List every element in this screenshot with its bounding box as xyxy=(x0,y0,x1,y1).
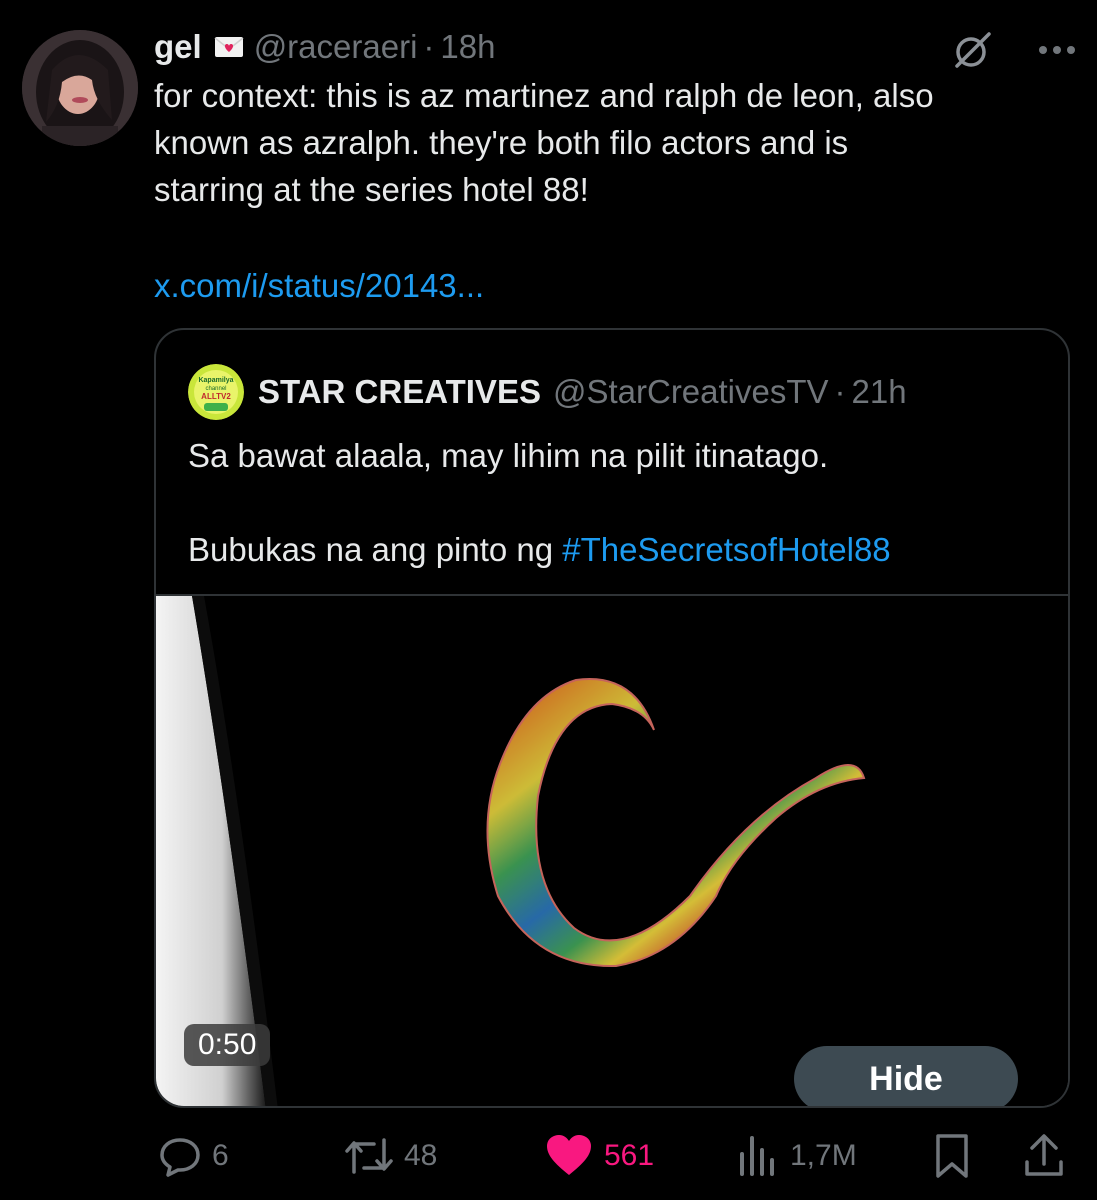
quote-author-avatar[interactable]: Kapamilya channel ALLTV2 xyxy=(188,364,244,420)
tweet-action-bar: 6 48 561 1,7M xyxy=(154,1126,1070,1186)
author-handle[interactable]: @raceraeri xyxy=(254,28,418,66)
channel-logo-icon: Kapamilya channel ALLTV2 xyxy=(188,364,244,420)
bookmark-action[interactable] xyxy=(932,1126,972,1186)
more-options-icon[interactable] xyxy=(1037,44,1077,56)
love-letter-icon xyxy=(214,37,244,57)
tweet-top-actions xyxy=(951,28,1077,72)
svg-text:ALLTV2: ALLTV2 xyxy=(201,392,231,401)
reply-count: 6 xyxy=(212,1139,229,1172)
video-duration-badge: 0:50 xyxy=(184,1024,271,1066)
quoted-tweet-card[interactable]: Kapamilya channel ALLTV2 STAR CREATIVES … xyxy=(154,328,1070,1108)
repost-action[interactable]: 48 xyxy=(344,1126,437,1186)
views-action[interactable]: 1,7M xyxy=(736,1126,857,1186)
quote-text-prefix: Bubukas na ang pinto ng xyxy=(188,531,563,568)
reply-action[interactable]: 6 xyxy=(158,1126,229,1186)
author-name[interactable]: gel xyxy=(154,28,202,66)
tweet-text: for context: this is az martinez and ral… xyxy=(154,72,1074,213)
quote-text: Sa bawat alaala, may lihim na pilit itin… xyxy=(188,432,1048,573)
share-icon xyxy=(1025,1134,1063,1176)
quote-text-line: Sa bawat alaala, may lihim na pilit itin… xyxy=(188,437,829,474)
tweet-text-line: starring at the series hotel 88! xyxy=(154,171,589,208)
repost-icon xyxy=(345,1138,393,1174)
quote-author-name[interactable]: STAR CREATIVES xyxy=(258,373,541,411)
quote-header: Kapamilya channel ALLTV2 STAR CREATIVES … xyxy=(188,364,907,420)
reply-icon xyxy=(160,1138,200,1177)
quote-text-line-2: Bubukas na ang pinto ng #TheSecretsofHot… xyxy=(188,526,1048,573)
view-count: 1,7M xyxy=(790,1139,857,1172)
tweet-timestamp[interactable]: 18h xyxy=(440,28,495,66)
repost-count: 48 xyxy=(404,1139,438,1172)
hashtag-link[interactable]: #TheSecretsofHotel88 xyxy=(562,531,890,568)
quote-timestamp[interactable]: 21h xyxy=(852,373,907,411)
video-player[interactable]: 0:50 xyxy=(156,596,1068,1106)
svg-text:Kapamilya: Kapamilya xyxy=(198,377,233,384)
grok-icon[interactable] xyxy=(951,28,995,72)
heart-icon xyxy=(547,1135,591,1175)
like-action[interactable]: 561 xyxy=(544,1126,654,1186)
tweet-text-line: known as azralph. they're both filo acto… xyxy=(154,124,849,161)
hide-button[interactable]: Hide xyxy=(794,1046,1018,1106)
like-count: 561 xyxy=(604,1139,655,1172)
separator-dot: · xyxy=(423,28,435,65)
tweet-text-line: for context: this is az martinez and ral… xyxy=(154,77,934,114)
avatar-image xyxy=(22,30,138,146)
share-action[interactable] xyxy=(1022,1126,1066,1186)
quote-author-handle[interactable]: @StarCreativesTV xyxy=(553,373,829,411)
video-frame xyxy=(156,596,1068,1106)
bookmark-icon xyxy=(936,1134,968,1178)
status-link[interactable]: x.com/i/status/20143... xyxy=(154,262,484,309)
tweet-header: gel @raceraeri · 18h xyxy=(154,24,495,70)
analytics-icon xyxy=(740,1136,774,1176)
author-avatar[interactable] xyxy=(22,30,138,146)
separator-dot: · xyxy=(834,373,846,410)
